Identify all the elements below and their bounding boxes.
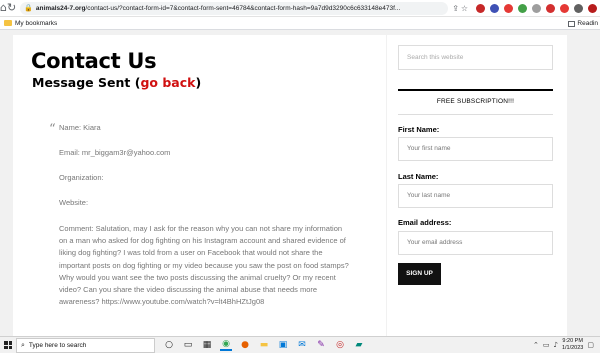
main-content: Contact Us Message Sent (go back) “ Name…: [13, 35, 386, 336]
taskbar-search-input[interactable]: ⌕ Type here to search: [16, 337, 155, 353]
search-input[interactable]: Search this website: [398, 45, 553, 70]
go-back-link[interactable]: go back: [140, 75, 195, 90]
extension-icon[interactable]: [532, 3, 542, 13]
paint-icon[interactable]: ✎: [315, 339, 327, 351]
field-email: Email: mr_biggam3r@yahoo.com: [59, 148, 171, 157]
extension-icon[interactable]: [476, 3, 486, 13]
bookmarks-bar: My bookmarks Readin: [0, 17, 600, 30]
extension-icon[interactable]: [490, 3, 500, 13]
cortana-icon[interactable]: ○: [163, 339, 175, 351]
field-website: Website:: [59, 198, 89, 207]
sidebar: Search this website FREE SUBSCRIPTION!!!…: [387, 35, 567, 336]
task-view-icon[interactable]: ▭: [182, 339, 194, 351]
reading-list-label: Readin: [577, 20, 598, 27]
email-label: Email address:: [398, 218, 452, 227]
folder-icon: [4, 20, 12, 26]
clock-date: 1/1/2023: [561, 345, 584, 351]
file-explorer-icon[interactable]: ▬: [258, 339, 270, 351]
quote-icon: “: [49, 122, 56, 137]
mail-icon[interactable]: ✉: [296, 339, 308, 351]
extension-icon[interactable]: [546, 3, 556, 13]
browser-toolbar: ⌂ ↻ 🔒 animals24-7.org/contact-us/?contac…: [0, 0, 600, 17]
taskbar: ⌕ Type here to search ○ ▭ ▦ ◉ ● ▬ ▣ ✉ ✎ …: [0, 336, 600, 353]
refresh-icon[interactable]: ↻: [7, 1, 16, 15]
firefox-icon[interactable]: ●: [239, 339, 251, 351]
bookmark-star-icon[interactable]: ☆: [461, 4, 468, 13]
chrome-icon[interactable]: ◉: [220, 339, 232, 351]
system-tray: ⌃ ▭ ♪ 9:20 PM 1/1/2023 ▢: [533, 338, 594, 352]
field-organization: Organization:: [59, 173, 104, 182]
extension-icon[interactable]: [588, 3, 598, 13]
field-name: Name: Kiara: [59, 123, 101, 132]
widgets-icon[interactable]: ▦: [201, 339, 213, 351]
clock[interactable]: 9:20 PM 1/1/2023: [562, 338, 583, 352]
search-icon: ⌕: [21, 340, 25, 349]
field-comment: Comment: Salutation, may I ask for the r…: [59, 224, 349, 307]
app-icon[interactable]: ▰: [353, 339, 365, 351]
signup-button[interactable]: SIGN UP: [398, 263, 441, 285]
lock-icon: 🔒: [24, 4, 33, 12]
start-button[interactable]: [0, 337, 16, 353]
last-name-field[interactable]: Your last name: [398, 184, 553, 208]
extension-icon[interactable]: [518, 3, 528, 13]
clock-time: 9:20 PM: [562, 338, 583, 344]
subscription-heading: FREE SUBSCRIPTION!!!: [398, 89, 553, 115]
media-icon[interactable]: ◎: [334, 339, 346, 351]
address-bar[interactable]: 🔒 animals24-7.org/contact-us/?contact-fo…: [20, 1, 449, 15]
pinterest-icon[interactable]: [504, 3, 514, 13]
chevron-up-icon[interactable]: ⌃: [533, 341, 539, 349]
message-sent-heading: Message Sent (go back): [32, 75, 201, 90]
share-icon[interactable]: ⇪: [452, 4, 459, 13]
message-sent-text: Message Sent (: [32, 75, 141, 90]
first-name-field[interactable]: Your first name: [398, 137, 553, 161]
url-text: animals24-7.org/contact-us/?contact-form…: [35, 4, 401, 12]
store-icon[interactable]: ▣: [277, 339, 289, 351]
notifications-icon[interactable]: ▢: [587, 341, 594, 349]
extensions-bar: [476, 3, 600, 13]
page-title: Contact Us: [31, 49, 157, 73]
home-icon[interactable]: ⌂: [0, 1, 7, 15]
reading-list-button[interactable]: Readin: [568, 20, 598, 27]
page-viewport: Contact Us Message Sent (go back) “ Name…: [0, 30, 600, 336]
windows-icon: [4, 341, 12, 349]
message-sent-close: ): [195, 75, 202, 90]
bookmark-folder-my-bookmarks[interactable]: My bookmarks: [15, 20, 57, 27]
first-name-label: First Name:: [398, 125, 440, 134]
network-icon[interactable]: ▭: [543, 341, 550, 349]
taskbar-search-placeholder: Type here to search: [28, 341, 87, 349]
extension-icon[interactable]: [574, 3, 584, 13]
last-name-label: Last Name:: [398, 172, 439, 181]
volume-icon[interactable]: ♪: [553, 341, 557, 349]
email-field[interactable]: Your email address: [398, 231, 553, 255]
extension-icon[interactable]: [560, 3, 570, 13]
reading-list-icon: [568, 20, 576, 27]
